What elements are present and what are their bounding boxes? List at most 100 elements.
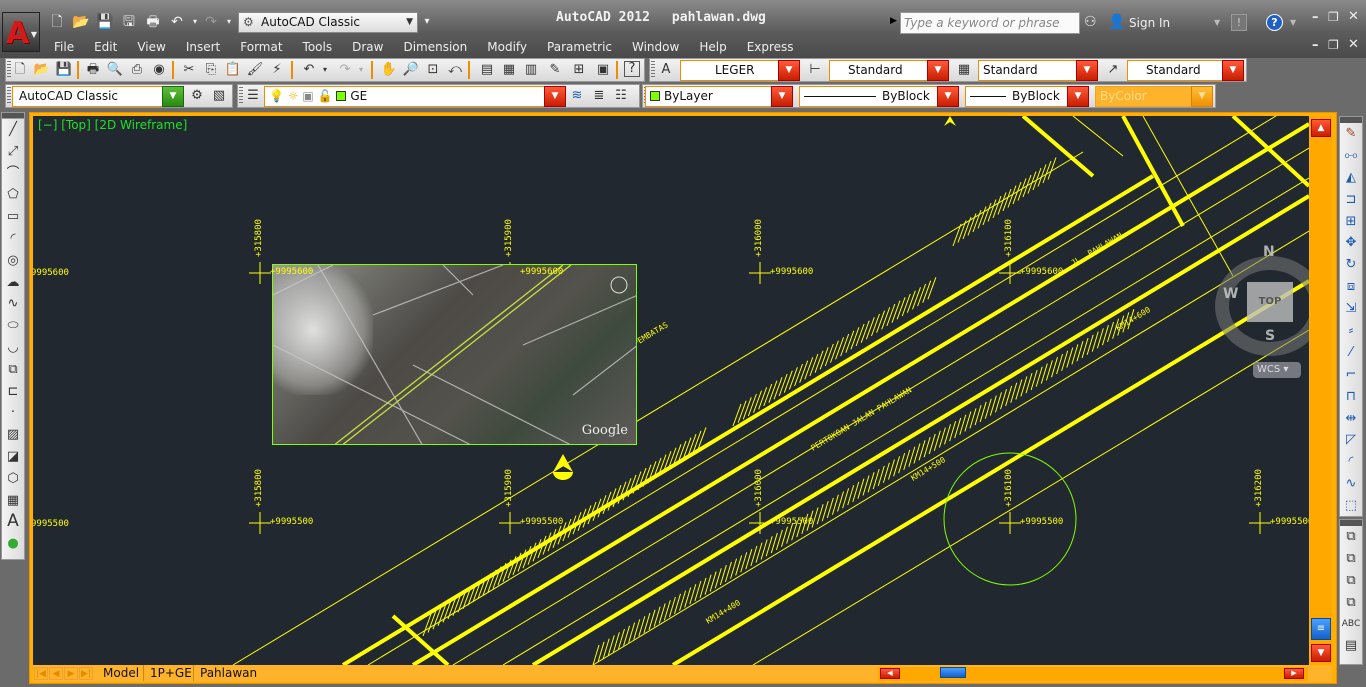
save-icon[interactable]: 💾: [96, 13, 114, 31]
polygon-icon[interactable]: ⬠: [2, 184, 24, 206]
zoom-previous-icon[interactable]: ⤺: [446, 61, 464, 79]
menu-draw[interactable]: Draw: [342, 39, 393, 57]
add-selected-icon[interactable]: ●: [2, 533, 24, 555]
compass-south[interactable]: S: [1265, 328, 1275, 344]
arc-icon[interactable]: ◜: [2, 228, 24, 250]
point-icon[interactable]: ·: [2, 402, 24, 424]
ellipse-arc-icon[interactable]: ◡: [2, 337, 24, 359]
stretch-icon[interactable]: ⇲: [1340, 298, 1362, 320]
break-icon[interactable]: ⊓: [1340, 386, 1362, 408]
menu-edit[interactable]: Edit: [84, 39, 127, 57]
pan-icon[interactable]: ✋: [380, 61, 398, 79]
offset-icon[interactable]: ⊐: [1340, 189, 1362, 211]
cut-icon[interactable]: ✂: [180, 61, 198, 79]
ucs-menu[interactable]: WCS ▾: [1253, 362, 1301, 378]
expand-search-icon[interactable]: ▶: [890, 16, 897, 26]
layer-properties-icon[interactable]: ☰: [244, 87, 262, 105]
menu-dimension[interactable]: Dimension: [393, 39, 477, 57]
ellipse-icon[interactable]: ⬭: [2, 315, 24, 337]
table-style-icon[interactable]: ▦: [955, 61, 973, 79]
customize-qat-icon[interactable]: ▾: [418, 13, 436, 31]
trim-icon[interactable]: ⸗: [1340, 320, 1362, 342]
text-style-icon[interactable]: A: [657, 61, 675, 79]
gradient-icon[interactable]: ◪: [2, 446, 24, 468]
menu-tools[interactable]: Tools: [293, 39, 343, 57]
viewcube[interactable]: TOP N S E W WCS ▾: [1209, 242, 1309, 382]
design-center-icon[interactable]: ▦: [500, 61, 518, 79]
sun-icon[interactable]: ☼: [288, 89, 299, 103]
rotate-icon[interactable]: ↻: [1340, 254, 1362, 276]
sign-in-link[interactable]: Sign In: [1129, 16, 1170, 30]
chevron-down-icon[interactable]: ▼: [1290, 18, 1296, 27]
undo-dropdown-icon[interactable]: ▾: [316, 61, 334, 79]
drawing-canvas[interactable]: JL. PAHLAWAN KM14+600 KM14+500 KM14+400 …: [33, 116, 1309, 665]
open-icon[interactable]: 📂: [33, 61, 51, 79]
copy-object-icon[interactable]: ⧟: [1340, 145, 1362, 167]
make-current-layer-icon[interactable]: ≋: [568, 87, 586, 105]
erase-icon[interactable]: ✎: [1340, 123, 1362, 145]
multileader-style-select[interactable]: Standard ▼: [1127, 60, 1244, 81]
zoom-window-icon[interactable]: ⊡: [424, 61, 442, 79]
chevron-down-icon[interactable]: ▼: [778, 60, 800, 81]
horizontal-scroll-thumb[interactable]: [940, 667, 966, 678]
menu-express[interactable]: Express: [737, 39, 804, 57]
region-icon[interactable]: ⬡: [2, 468, 24, 490]
array-icon[interactable]: ⊞: [1340, 211, 1362, 233]
tab-pahlawan[interactable]: Pahlawan: [193, 665, 263, 681]
scroll-right-button[interactable]: ▶: [1284, 668, 1304, 679]
menu-format[interactable]: Format: [230, 39, 292, 57]
chamfer-icon[interactable]: ◸: [1340, 429, 1362, 451]
line-icon[interactable]: ╱: [2, 119, 24, 141]
save-as-icon[interactable]: 🖫: [120, 13, 138, 31]
extend-icon[interactable]: ⁄: [1340, 342, 1362, 364]
3d-dwf-icon[interactable]: ◉: [150, 61, 168, 79]
restore-icon[interactable]: ❐: [1328, 10, 1339, 24]
multiline-text-icon[interactable]: A: [2, 511, 24, 533]
polyline-icon[interactable]: ⌒: [2, 163, 24, 185]
prev-tab-icon[interactable]: ◀: [49, 667, 63, 680]
blend-curves-icon[interactable]: ∿: [1340, 473, 1362, 495]
revision-cloud-icon[interactable]: ☁: [2, 272, 24, 294]
markup-icon[interactable]: ⊞: [570, 61, 588, 79]
minimize-icon[interactable]: –: [1312, 10, 1319, 25]
menu-view[interactable]: View: [127, 39, 175, 57]
send-under-icon[interactable]: ⧉: [1340, 592, 1362, 614]
table-icon[interactable]: ▦: [2, 490, 24, 512]
viewport-controls-label[interactable]: [−] [Top] [2D Wireframe]: [38, 118, 187, 132]
fillet-icon[interactable]: ◜: [1340, 451, 1362, 473]
hatch-to-back-icon[interactable]: ▤: [1340, 635, 1362, 657]
workspace-switcher[interactable]: ⚙ AutoCAD Classic ▼: [238, 12, 418, 33]
redo-icon[interactable]: ↷: [202, 13, 220, 31]
tool-palettes-icon[interactable]: ▥: [522, 61, 540, 79]
doc-close-icon[interactable]: ✕: [1348, 37, 1359, 52]
block-editor-icon[interactable]: ⚡: [268, 61, 286, 79]
doc-minimize-icon[interactable]: –: [1312, 38, 1319, 53]
chevron-down-icon[interactable]: ▼: [771, 86, 793, 107]
scroll-down-button[interactable]: ▼: [1311, 644, 1331, 662]
plotstyle-control[interactable]: ByColor ▼: [1095, 86, 1213, 107]
chevron-down-icon[interactable]: ▼: [1076, 60, 1098, 81]
redo-dropdown-icon[interactable]: ▾: [352, 61, 370, 79]
menu-window[interactable]: Window: [622, 39, 689, 57]
bring-to-front-icon[interactable]: ⧉: [1340, 526, 1362, 548]
chevron-down-icon[interactable]: ▼: [927, 60, 949, 81]
last-tab-icon[interactable]: ▶|: [79, 667, 93, 680]
text-to-front-icon[interactable]: ABC: [1340, 614, 1362, 636]
application-menu-button[interactable]: A ▼: [2, 12, 40, 52]
new-file-icon[interactable]: 🗋: [48, 13, 66, 31]
calculator-icon[interactable]: ▣: [594, 61, 612, 79]
copy-icon[interactable]: ⎘: [202, 61, 220, 79]
zoom-realtime-icon[interactable]: 🔎: [402, 61, 420, 79]
rectangle-icon[interactable]: ▭: [2, 206, 24, 228]
horizontal-scrollbar[interactable]: ◀ ▶: [878, 667, 1308, 681]
circle-icon[interactable]: ◎: [2, 250, 24, 272]
new-icon[interactable]: 🗋: [11, 61, 29, 79]
bring-above-icon[interactable]: ⧉: [1340, 570, 1362, 592]
chevron-down-icon[interactable]: ▼: [544, 86, 566, 107]
unlock-icon[interactable]: 🔓: [318, 89, 333, 103]
dim-style-icon[interactable]: ⊢: [806, 61, 824, 79]
toolbar-grip[interactable]: [239, 87, 243, 105]
properties-icon[interactable]: ▤: [478, 61, 496, 79]
binoculars-icon[interactable]: ⚇: [1084, 14, 1097, 30]
plot-icon[interactable]: 🖶: [144, 13, 162, 31]
